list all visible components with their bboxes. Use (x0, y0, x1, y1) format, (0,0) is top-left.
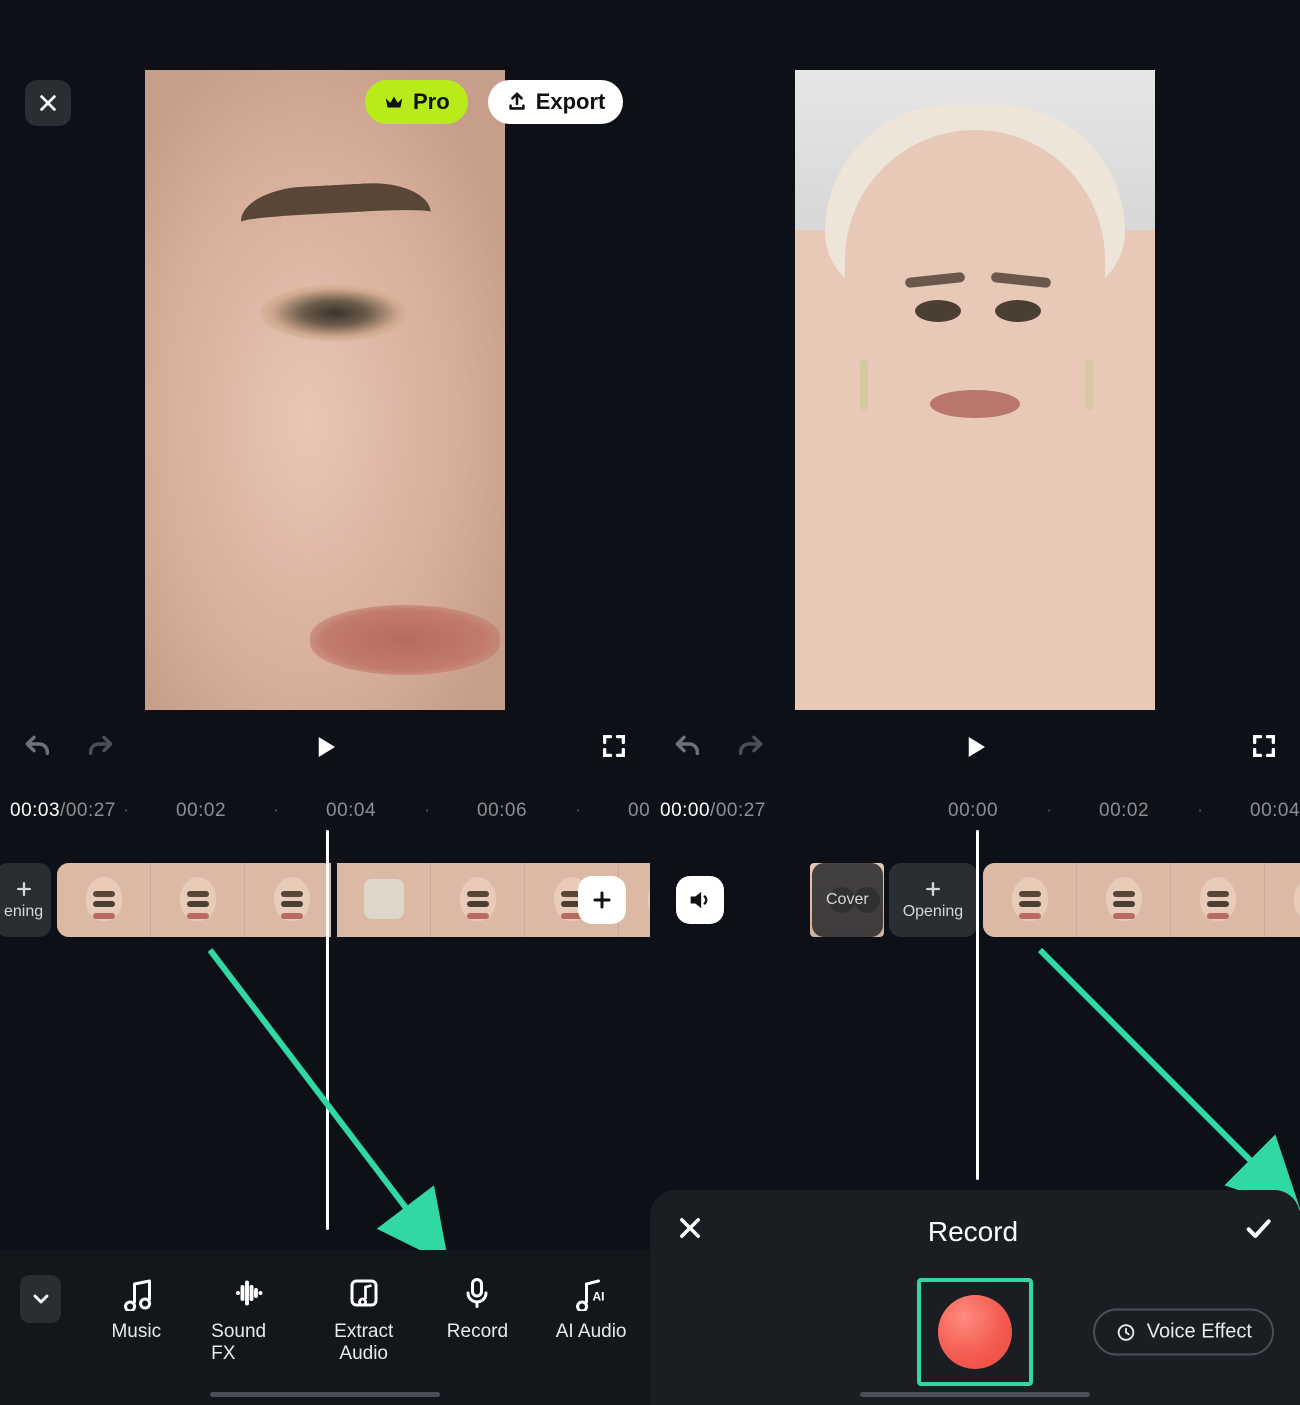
tool-label: Record (447, 1321, 508, 1343)
chip-label: ening (4, 903, 43, 921)
extract-icon (346, 1275, 382, 1311)
transport-controls (650, 732, 1300, 782)
record-dot-icon (938, 1295, 1012, 1369)
record-tool[interactable]: Record (439, 1275, 517, 1343)
editor-pane-right: 00:00/00:27 00:00 · 00:02 · 00:04 Cover … (650, 0, 1300, 1405)
plus-icon (590, 888, 614, 912)
fullscreen-button[interactable] (1250, 732, 1278, 760)
time-total: /00:27 (60, 800, 116, 821)
pro-label: Pro (413, 89, 450, 115)
header-badges: Pro Export (365, 80, 623, 124)
music-tool[interactable]: Music (97, 1275, 175, 1343)
play-icon (960, 732, 990, 762)
redo-icon (84, 732, 116, 764)
video-preview[interactable] (795, 70, 1155, 710)
preview-image (795, 70, 1155, 710)
tool-label: Sound FX (211, 1321, 289, 1365)
ai-audio-icon: AI (573, 1275, 609, 1311)
undo-icon (22, 732, 54, 764)
fullscreen-icon (600, 732, 628, 760)
chip-label: Cover (826, 891, 869, 909)
ruler-tick: 00:02 (1099, 800, 1149, 822)
time-current: 00:03 (10, 800, 60, 821)
timeline-track[interactable]: Cover Opening (810, 860, 1300, 940)
fullscreen-icon (1250, 732, 1278, 760)
upload-icon (506, 91, 528, 113)
timeline-clip[interactable] (57, 863, 331, 937)
annotation-arrow (200, 940, 460, 1270)
close-icon (676, 1214, 704, 1242)
scroll-indicator (860, 1392, 1090, 1397)
editor-pane-left: Pro Export 00:03/00:27 (0, 0, 650, 1405)
check-icon (1242, 1212, 1274, 1244)
timeline-track[interactable]: ening (0, 860, 650, 940)
redo-button[interactable] (84, 732, 116, 764)
ai-audio-tool[interactable]: AI AI Audio (552, 1275, 630, 1343)
voice-effect-label: Voice Effect (1147, 1321, 1252, 1344)
record-panel: Record Voice Effect (650, 1190, 1300, 1405)
ruler-tick: 00:00 (948, 800, 998, 822)
time-position: 00:03/00:27 (10, 800, 116, 822)
fullscreen-button[interactable] (600, 732, 628, 760)
soundfx-icon (232, 1275, 268, 1311)
ruler-tick: 00:02 (176, 800, 226, 822)
svg-text:AI: AI (593, 1290, 605, 1304)
undo-button[interactable] (672, 732, 704, 764)
tool-label: AI Audio (556, 1321, 627, 1343)
export-button[interactable]: Export (488, 80, 624, 124)
audio-toolbar: Music Sound FX Extract Audio Record AI A… (0, 1250, 650, 1405)
chevron-down-icon (29, 1287, 53, 1311)
voice-effect-button[interactable]: Voice Effect (1093, 1309, 1274, 1356)
cover-chip[interactable]: Cover (812, 863, 883, 937)
ruler-tick: 00:04 (326, 800, 376, 822)
collapse-button[interactable] (20, 1275, 61, 1323)
microphone-icon (459, 1275, 495, 1311)
add-clip-button[interactable] (578, 876, 626, 924)
playhead[interactable] (976, 830, 979, 1180)
tool-label: Extract Audio (325, 1321, 403, 1365)
speaker-icon (686, 886, 714, 914)
confirm-record-button[interactable] (1242, 1212, 1274, 1251)
voice-effect-icon (1115, 1321, 1137, 1343)
close-button[interactable] (25, 80, 71, 126)
transport-controls (0, 732, 650, 782)
redo-button[interactable] (734, 732, 766, 764)
undo-button[interactable] (22, 732, 54, 764)
tool-label: Music (111, 1321, 161, 1343)
redo-icon (734, 732, 766, 764)
soundfx-tool[interactable]: Sound FX (211, 1275, 289, 1365)
timeline-clip[interactable] (983, 863, 1300, 937)
export-label: Export (536, 89, 606, 115)
time-position: 00:00/00:27 (660, 800, 766, 822)
time-total: /00:27 (710, 800, 766, 821)
undo-icon (672, 732, 704, 764)
opening-chip-partial[interactable]: ening (0, 863, 51, 937)
annotation-arrow (1030, 940, 1300, 1220)
preview-image (145, 70, 505, 710)
play-button[interactable] (960, 732, 990, 762)
ruler-tick: 00:06 (477, 800, 527, 822)
playhead[interactable] (326, 830, 329, 1230)
time-current: 00:00 (660, 800, 710, 821)
mute-button[interactable] (676, 876, 724, 924)
play-button[interactable] (310, 732, 340, 762)
video-preview[interactable] (145, 70, 505, 710)
pro-badge[interactable]: Pro (365, 80, 468, 124)
ruler-tick: 00:04 (1250, 800, 1300, 822)
crown-icon (383, 91, 405, 113)
play-icon (310, 732, 340, 762)
record-button[interactable] (917, 1278, 1033, 1386)
record-title: Record (928, 1216, 1018, 1248)
close-record-button[interactable] (676, 1214, 704, 1249)
time-ruler[interactable]: 00:00/00:27 00:00 · 00:02 · 00:04 (650, 800, 1300, 830)
music-icon (118, 1275, 154, 1311)
extract-audio-tool[interactable]: Extract Audio (325, 1275, 403, 1365)
ruler-tick: 00 (628, 800, 650, 822)
plus-icon (14, 879, 34, 899)
chip-label: Opening (903, 903, 964, 921)
scroll-indicator (210, 1392, 440, 1397)
opening-chip[interactable]: Opening (889, 863, 978, 937)
plus-icon (923, 879, 943, 899)
time-ruler[interactable]: 00:03/00:27 · 00:02 · 00:04 · 00:06 · 00 (0, 800, 650, 830)
